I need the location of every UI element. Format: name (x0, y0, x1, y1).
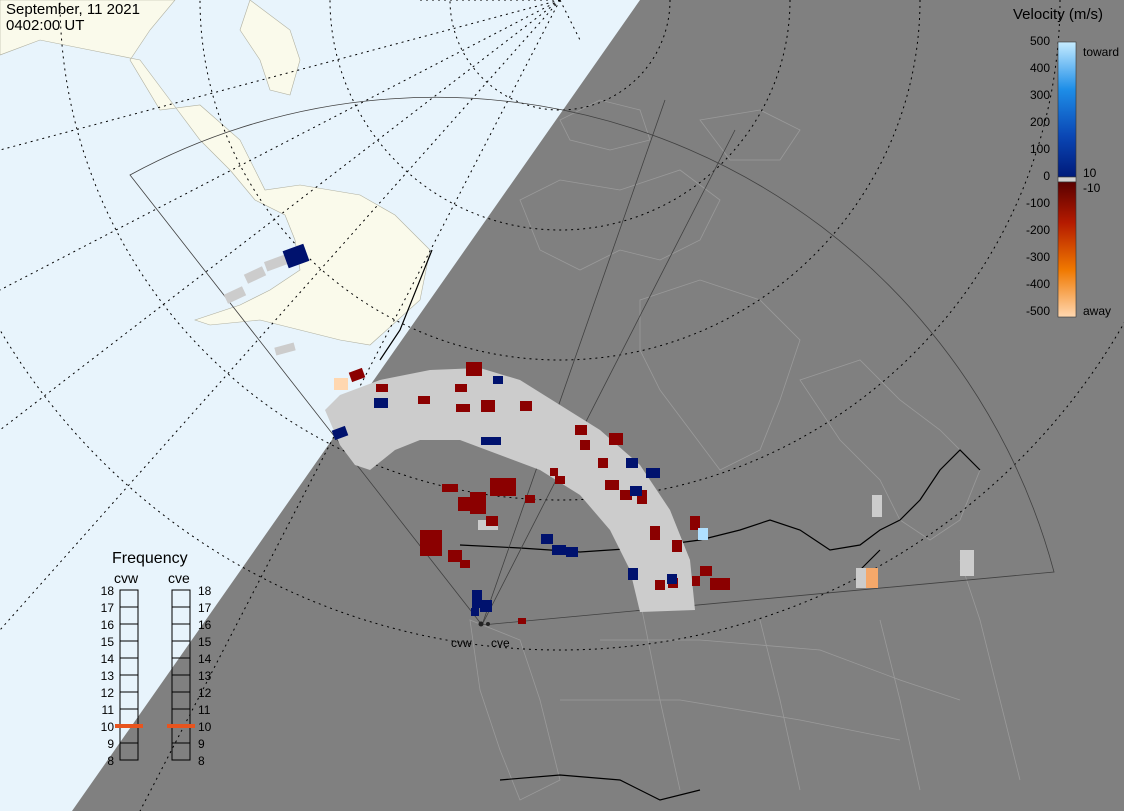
away-light-echo (334, 378, 348, 390)
frequency-scale-label: 17 (100, 601, 114, 615)
velocity-tick: -500 (1025, 304, 1050, 318)
frequency-scale-label: 8 (107, 754, 114, 768)
frequency-scale-label: 18 (100, 584, 114, 598)
velocity-colorbar (1057, 41, 1077, 318)
frequency-scale-label: 15 (198, 635, 212, 649)
dayside-land (0, 0, 431, 346)
velocity-tick: 400 (1029, 61, 1050, 75)
radar-site-cvw (478, 621, 484, 627)
frequency-scale-label: 15 (100, 635, 114, 649)
frequency-scale-label: 10 (198, 720, 212, 734)
map-canvas (0, 0, 1124, 811)
velocity-tick: 0 (1043, 169, 1050, 183)
night-shade (72, 0, 1124, 811)
radar-label-cvw: cvw (451, 636, 472, 650)
frequency-scale-label: 12 (100, 686, 114, 700)
velocity-tick: -400 (1025, 277, 1050, 291)
radar-label-cve: cve (491, 636, 510, 650)
velocity-tick: 100 (1029, 142, 1050, 156)
frequency-scale-label: 8 (198, 754, 205, 768)
frequency-scale-label: 12 (198, 686, 212, 700)
frequency-scale-label: 16 (100, 618, 114, 632)
velocity-tick: -200 (1025, 223, 1050, 237)
toward-label: toward (1083, 45, 1120, 59)
radar-site-cve (486, 622, 490, 626)
threshold-pos-label: 10 (1083, 166, 1097, 180)
frequency-scale-label: 14 (100, 652, 114, 666)
frequency-scale-label: 11 (101, 703, 114, 717)
date-label: September, 11 2021 (6, 1, 140, 18)
frequency-scale-label: 9 (198, 737, 205, 751)
velocity-tick: -300 (1025, 250, 1050, 264)
velocity-tick: -100 (1025, 196, 1050, 210)
away-max-echo (866, 568, 878, 588)
frequency-radar-cvw: cvw (114, 570, 139, 586)
velocity-tick: 200 (1029, 115, 1050, 129)
frequency-scale-label: 9 (107, 737, 114, 751)
frequency-scale-label: 13 (100, 669, 114, 683)
away-label: away (1083, 304, 1112, 318)
velocity-tick: 500 (1029, 34, 1050, 48)
frequency-scale-label: 17 (198, 601, 212, 615)
frequency-scale-label: 13 (198, 669, 212, 683)
time-label: 0402:00 UT (6, 17, 85, 34)
velocity-title: Velocity (m/s) (1013, 6, 1104, 23)
frequency-scale-label: 18 (198, 584, 212, 598)
frequency-scale-label: 10 (100, 720, 114, 734)
frequency-scale-label: 11 (198, 703, 211, 717)
frequency-title: Frequency (112, 550, 188, 567)
toward-max-echo (698, 528, 708, 540)
threshold-neg-label: -10 (1083, 181, 1101, 195)
frequency-scale-label: 14 (198, 652, 212, 666)
velocity-tick: 300 (1029, 88, 1050, 102)
frequency-scale-label: 16 (198, 618, 212, 632)
frequency-radar-cve: cve (168, 570, 190, 586)
